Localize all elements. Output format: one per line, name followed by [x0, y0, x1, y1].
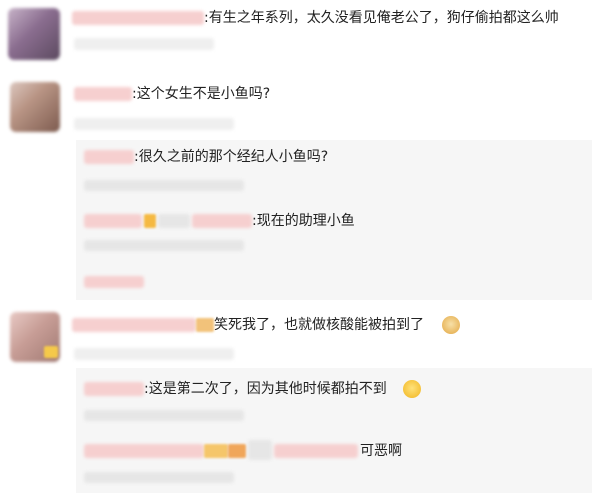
reply-text: :很久之前的那个经纪人小鱼吗?	[134, 149, 329, 165]
reply-username-blurred[interactable]	[274, 444, 358, 458]
laugh-cry-emoji	[403, 380, 421, 398]
comment-text: :这个女生不是小鱼吗?	[132, 86, 271, 102]
badge-blurred	[228, 444, 246, 458]
badge-blurred	[144, 214, 156, 228]
avatar[interactable]	[8, 8, 60, 60]
comment-meta-blurred	[74, 118, 234, 130]
reply-meta-blurred	[84, 410, 244, 421]
comment-text: :有生之年系列，太久没看见俺老公了，狗仔偷拍都这么帅	[204, 10, 559, 26]
comment-text: 笑死我了，也就做核酸能被拍到了	[214, 317, 424, 333]
username-blurred[interactable]	[72, 11, 204, 25]
reply-username-blurred[interactable]	[192, 214, 252, 228]
avatar[interactable]	[10, 82, 60, 132]
reply-username-blurred[interactable]	[158, 214, 190, 228]
more-replies-blurred[interactable]	[84, 276, 144, 288]
reply-meta-blurred	[84, 180, 244, 191]
reply-meta-blurred	[84, 240, 244, 251]
badge-blurred	[44, 346, 58, 358]
reply-text: :现在的助理小鱼	[252, 213, 355, 229]
comment-meta-blurred	[74, 38, 214, 50]
reply-username-blurred[interactable]	[84, 150, 134, 164]
badge-blurred	[196, 318, 214, 332]
reply-meta-blurred	[84, 472, 234, 483]
reply-text: 可恶啊	[360, 443, 402, 459]
reply-username-blurred[interactable]	[84, 382, 144, 396]
reply-username-blurred[interactable]	[84, 444, 204, 458]
comment-meta-blurred	[74, 348, 234, 360]
reply-username-blurred[interactable]	[248, 440, 272, 460]
username-blurred[interactable]	[72, 318, 196, 332]
reply-text: :这是第二次了，因为其他时候都拍不到	[144, 381, 387, 397]
reply-username-blurred[interactable]	[84, 214, 142, 228]
badge-blurred	[204, 444, 228, 458]
doge-emoji	[442, 316, 460, 334]
username-blurred[interactable]	[74, 87, 132, 101]
